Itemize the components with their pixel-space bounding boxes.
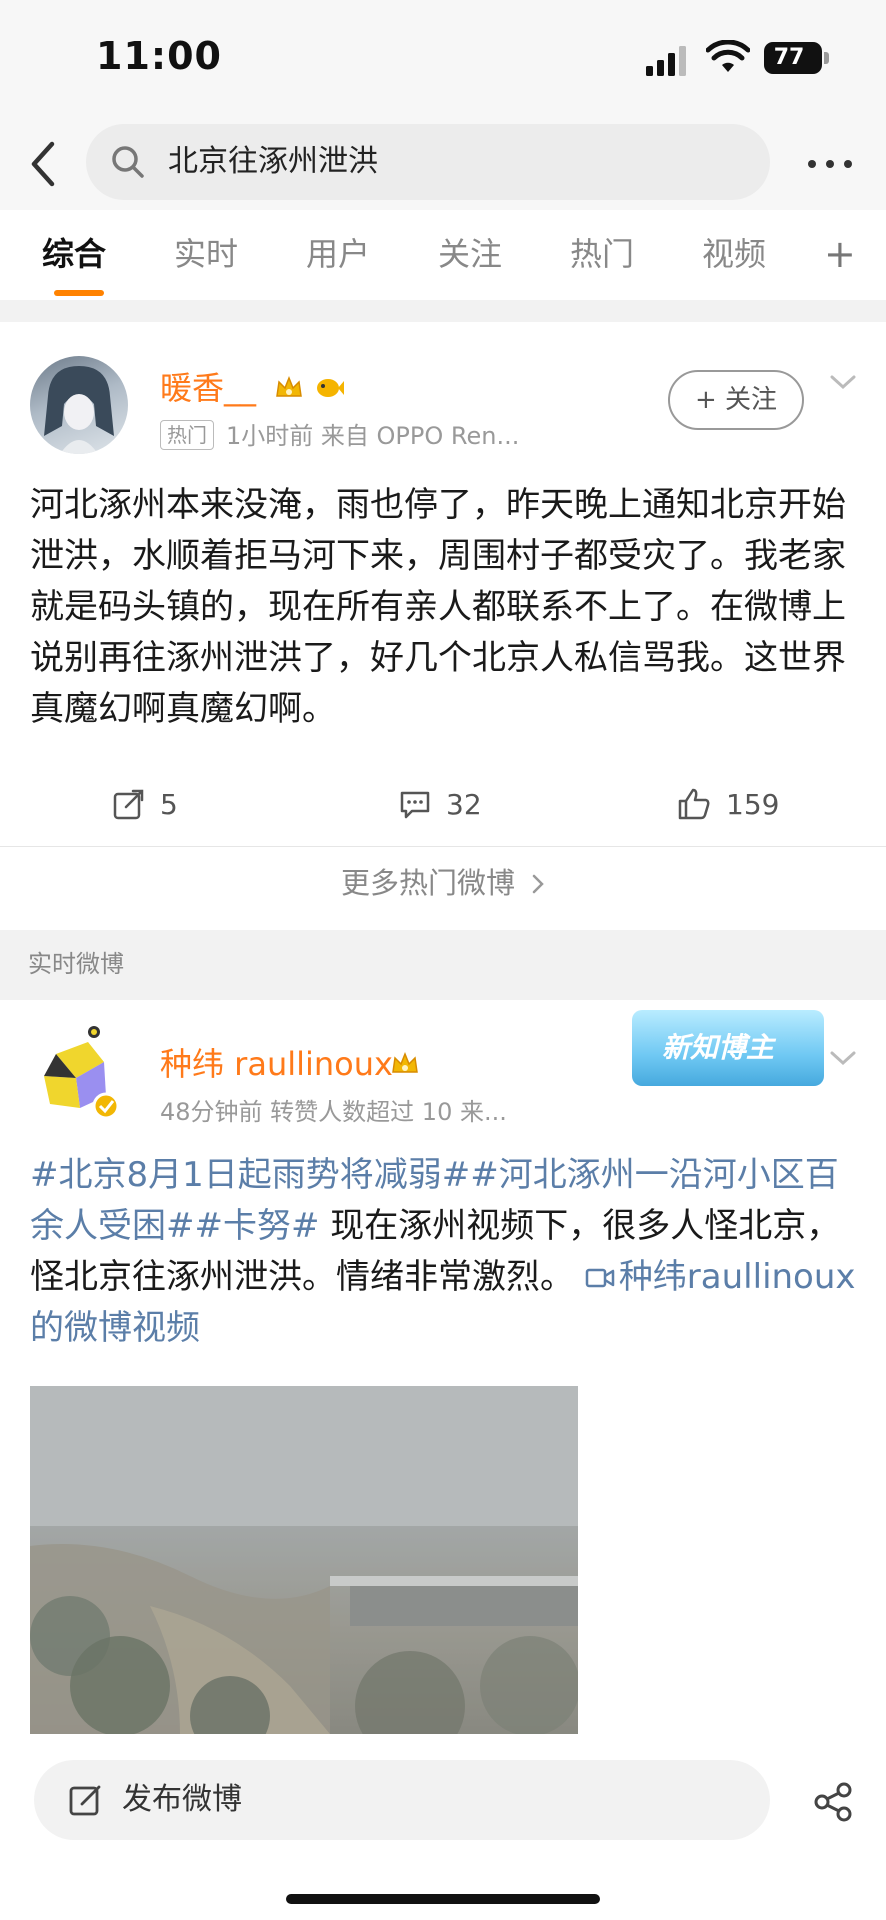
hot-tag: 热门 bbox=[160, 420, 214, 450]
follow-button[interactable]: + 关注 bbox=[668, 370, 804, 430]
video-thumbnail[interactable] bbox=[30, 1386, 578, 1734]
flood-scene-image bbox=[30, 1386, 578, 1734]
tab-following[interactable]: 关注 bbox=[438, 232, 502, 276]
repost-count: 5 bbox=[160, 787, 178, 821]
video-link-icon bbox=[585, 1268, 615, 1288]
search-icon bbox=[112, 146, 144, 178]
cellular-signal-icon bbox=[646, 46, 686, 76]
fish-badge-icon bbox=[317, 379, 344, 397]
more-hot-posts-link[interactable]: 更多热门微博 bbox=[0, 860, 886, 906]
like-button[interactable]: 159 bbox=[676, 776, 779, 832]
topic-link[interactable]: #北京8月1日起雨势将减弱# bbox=[30, 1155, 470, 1195]
avatar[interactable] bbox=[36, 1022, 128, 1122]
home-indicator bbox=[286, 1894, 600, 1904]
more-options-icon[interactable] bbox=[804, 152, 856, 176]
tab-video[interactable]: 视频 bbox=[702, 232, 766, 276]
like-icon bbox=[678, 788, 710, 820]
bottom-bar: 发布微博 bbox=[0, 1734, 886, 1920]
post-body: #北京8月1日起雨势将减弱##河北涿州一沿河小区百余人受困##卡努# 现在涿州视… bbox=[30, 1150, 856, 1354]
chevron-down-icon[interactable] bbox=[828, 372, 858, 392]
battery-tip bbox=[824, 52, 829, 64]
wifi-icon bbox=[706, 40, 750, 72]
tab-users[interactable]: 用户 bbox=[306, 232, 370, 276]
comment-icon bbox=[400, 791, 430, 819]
battery-level: 77 bbox=[773, 45, 805, 70]
comment-button[interactable]: 32 bbox=[398, 776, 482, 832]
battery-icon: 77 bbox=[764, 42, 822, 74]
search-header: 北京往涿州泄洪 bbox=[0, 118, 886, 210]
repost-button[interactable]: 5 bbox=[112, 776, 178, 832]
chevron-down-icon[interactable] bbox=[828, 1048, 858, 1068]
crown-badge-icon bbox=[392, 1051, 418, 1073]
crown-badge-icon bbox=[276, 375, 302, 397]
like-count: 159 bbox=[726, 787, 780, 821]
edit-icon bbox=[69, 1785, 101, 1816]
status-time: 11:00 bbox=[96, 34, 222, 78]
post-username[interactable]: 暖香__ bbox=[160, 366, 256, 410]
search-input[interactable]: 北京往涿州泄洪 bbox=[86, 124, 770, 200]
tab-bar: 综合 实时 用户 关注 热门 视频 + bbox=[0, 210, 886, 300]
avatar-illustration bbox=[44, 366, 114, 454]
post-username[interactable]: 种纬 raullinoux bbox=[160, 1042, 393, 1086]
section-label: 实时微博 bbox=[28, 950, 124, 978]
tab-realtime[interactable]: 实时 bbox=[174, 232, 238, 276]
topic-link[interactable]: #卡努# bbox=[195, 1206, 320, 1246]
new-blogger-badge-label: 新知博主 bbox=[662, 1031, 775, 1064]
active-tab-indicator bbox=[54, 290, 104, 296]
back-arrow-icon[interactable] bbox=[22, 138, 62, 190]
chevron-right-icon bbox=[532, 874, 544, 894]
avatar-illustration bbox=[44, 1026, 120, 1120]
post-body: 河北涿州本来没淹，雨也停了，昨天晚上通知北京开始泄洪，水顺着拒马河下来，周围村子… bbox=[30, 485, 846, 729]
search-query: 北京往涿州泄洪 bbox=[168, 144, 378, 179]
section-separator bbox=[0, 300, 886, 322]
compose-label: 发布微博 bbox=[122, 1782, 242, 1817]
post-meta: 热门 1小时前 来自 OPPO Ren... bbox=[160, 418, 519, 454]
share-icon[interactable] bbox=[812, 1780, 856, 1824]
compose-button[interactable]: 发布微博 bbox=[34, 1760, 770, 1840]
status-bar: 11:00 77 bbox=[0, 0, 886, 118]
tab-comprehensive[interactable]: 综合 bbox=[42, 232, 106, 276]
comment-count: 32 bbox=[446, 787, 482, 821]
post-actions: 5 32 159 bbox=[0, 776, 886, 832]
post-meta: 48分钟前 转赞人数超过 10 来... bbox=[160, 1098, 507, 1126]
section-header: 实时微博 bbox=[0, 930, 886, 1000]
divider bbox=[0, 846, 886, 847]
avatar[interactable] bbox=[30, 356, 128, 454]
repost-icon bbox=[113, 789, 144, 820]
add-tab-button[interactable]: + bbox=[824, 232, 856, 276]
tab-hot[interactable]: 热门 bbox=[570, 232, 634, 276]
new-blogger-badge: 新知博主 bbox=[632, 1010, 824, 1086]
more-hot-label: 更多热门微博 bbox=[340, 866, 515, 900]
post-meta-text: 1小时前 来自 OPPO Ren... bbox=[226, 422, 520, 450]
